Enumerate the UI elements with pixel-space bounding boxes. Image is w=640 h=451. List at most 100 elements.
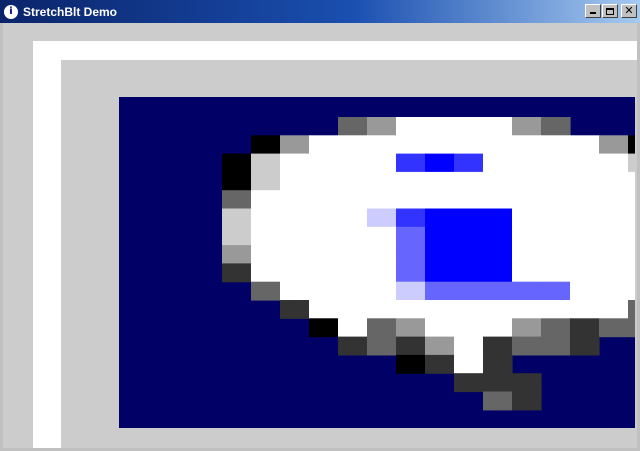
bitmap-pixel <box>483 190 513 210</box>
bitmap-pixel <box>222 153 252 173</box>
window-title: StretchBlt Demo <box>23 4 118 19</box>
bitmap-pixel <box>367 318 397 338</box>
bitmap-pixel <box>280 171 310 191</box>
bitmap-pixel <box>367 336 397 356</box>
bitmap-pixel <box>222 208 252 228</box>
bitmap-pixel <box>541 135 571 155</box>
bitmap-pixel <box>280 153 310 173</box>
bitmap-pixel <box>628 190 635 210</box>
bitmap-pixel <box>454 153 484 173</box>
bitmap-pixel <box>338 336 368 356</box>
bitmap-pixel <box>628 318 635 338</box>
minimize-icon <box>590 12 596 14</box>
bitmap-pixel <box>541 117 571 136</box>
bitmap-pixel <box>251 171 281 191</box>
close-button[interactable]: ✕ <box>621 4 637 18</box>
title-bar[interactable]: i StretchBlt Demo ✕ <box>0 0 640 23</box>
bitmap-pixel <box>251 281 281 301</box>
bitmap-pixel <box>425 245 455 264</box>
client-area <box>3 23 637 448</box>
bitmap-pixel <box>512 135 542 155</box>
bitmap-pixel <box>570 336 600 356</box>
bitmap-pixel <box>483 336 513 356</box>
bitmap-pixel <box>396 153 426 173</box>
bitmap-pixel <box>599 190 629 210</box>
bitmap-pixel <box>309 171 339 191</box>
bitmap-pixel <box>512 391 542 411</box>
window-controls: ✕ <box>585 4 637 18</box>
bitmap-pixel <box>628 135 635 155</box>
bitmap-pixel <box>425 318 455 338</box>
bitmap-pixel <box>367 226 397 246</box>
bitmap-pixel <box>425 300 455 319</box>
bitmap-pixel <box>309 245 339 264</box>
bitmap-pixel <box>599 245 629 264</box>
minimize-button[interactable] <box>585 4 601 18</box>
bitmap-pixel <box>570 208 600 228</box>
bitmap-pixel <box>599 300 629 319</box>
bitmap-pixel <box>309 135 339 155</box>
bitmap-pixel <box>454 336 484 356</box>
bitmap-pixel <box>599 318 629 338</box>
bitmap-pixel <box>222 245 252 264</box>
bitmap-pixel <box>599 135 629 155</box>
maximize-button[interactable] <box>602 4 618 18</box>
bitmap-pixel <box>454 373 484 393</box>
bitmap-pixel <box>222 263 252 283</box>
bitmap-pixel <box>280 190 310 210</box>
bitmap-pixel <box>454 226 484 246</box>
bitmap-pixel <box>222 190 252 210</box>
bitmap-pixel <box>280 263 310 283</box>
bitmap-pixel <box>280 281 310 301</box>
bitmap-pixel <box>512 281 542 301</box>
bitmap-pixel <box>367 281 397 301</box>
bitmap-pixel <box>483 373 513 393</box>
bitmap-pixel <box>599 208 629 228</box>
bitmap-pixel <box>367 245 397 264</box>
bitmap-pixel <box>628 208 635 228</box>
info-icon[interactable]: i <box>4 4 18 19</box>
bitmap-pixel <box>454 263 484 283</box>
bitmap-pixel <box>454 300 484 319</box>
bitmap-pixel <box>483 117 513 136</box>
bitmap-pixel <box>367 263 397 283</box>
bitmap-pixel <box>628 245 635 264</box>
bitmap-pixel <box>541 263 571 283</box>
bitmap-pixel <box>541 245 571 264</box>
bitmap-pixel <box>512 336 542 356</box>
bitmap-pixel <box>338 300 368 319</box>
bitmap-pixel <box>541 171 571 191</box>
bitmap-pixel <box>338 190 368 210</box>
bitmap-pixel <box>628 263 635 283</box>
bitmap-pixel <box>425 153 455 173</box>
bitmap-pixel <box>396 281 426 301</box>
bitmap-pixel <box>599 171 629 191</box>
bitmap-pixel <box>396 226 426 246</box>
bitmap-pixel <box>251 135 281 155</box>
bitmap-pixel <box>367 171 397 191</box>
bitmap-pixel <box>425 263 455 283</box>
bitmap-pixel <box>512 373 542 393</box>
bitmap-pixel <box>599 281 629 301</box>
bitmap-pixel <box>454 117 484 136</box>
bitmap-pixel <box>280 226 310 246</box>
bitmap-pixel <box>425 171 455 191</box>
bitmap-pixel <box>222 171 252 191</box>
bitmap-pixel <box>309 153 339 173</box>
bitmap-pixel <box>541 300 571 319</box>
bitmap-pixel <box>396 208 426 228</box>
bitmap-pixel <box>280 300 310 319</box>
bitmap-pixel <box>338 171 368 191</box>
bitmap-pixel <box>483 391 513 411</box>
bitmap-pixel <box>512 263 542 283</box>
bitmap-pixel <box>396 318 426 338</box>
bitmap-pixel <box>280 208 310 228</box>
bitmap-pixel <box>454 171 484 191</box>
bitmap-pixel <box>512 153 542 173</box>
bitmap-pixel <box>251 263 281 283</box>
bitmap-pixel <box>570 318 600 338</box>
bitmap-pixel <box>309 263 339 283</box>
bitmap-pixel <box>280 245 310 264</box>
bitmap-pixel <box>483 354 513 374</box>
bitmap-pixel <box>338 153 368 173</box>
